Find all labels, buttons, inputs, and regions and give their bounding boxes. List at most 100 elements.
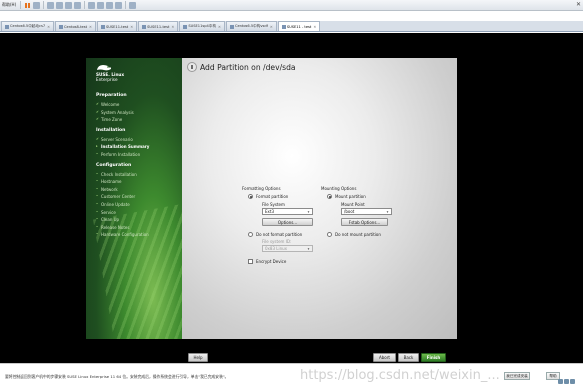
vm-tab[interactable]: Centos6.5中构vsdf ✕: [225, 21, 277, 31]
nav-item-label: Time Zone: [101, 117, 123, 123]
radio-label: Format partition: [256, 194, 289, 199]
vm-console[interactable]: SUSE. Linux Enterprise Preparation ✔ Welc…: [0, 33, 583, 363]
page-title: Add Partition on /dev/sda: [200, 62, 296, 72]
show-library-icon[interactable]: [88, 1, 96, 9]
tab-close-icon[interactable]: ✕: [89, 25, 92, 29]
tab-label: SUSE11-test: [105, 24, 129, 29]
console-view-icon[interactable]: [97, 1, 105, 9]
snapshot-icon[interactable]: [56, 1, 64, 9]
host-toolbar: 帮助(H) ✕: [0, 0, 583, 11]
file-system-select[interactable]: Ext3 ▾: [262, 208, 313, 215]
radio-dot: [327, 194, 332, 199]
tab-close-icon[interactable]: ✕: [130, 25, 133, 29]
network-icon[interactable]: [558, 379, 563, 384]
power-options-icon[interactable]: [33, 1, 41, 9]
tab-label: Centos6.5中起动cs7: [10, 24, 46, 28]
tab-close-icon[interactable]: ✕: [270, 25, 273, 29]
do-not-mount-radio[interactable]: Do not mount partition: [327, 232, 381, 237]
vm-icon: [5, 24, 9, 29]
vm-icon: [281, 24, 286, 29]
formatting-options-title: Formatting Options: [242, 186, 281, 191]
unity-icon[interactable]: [115, 1, 123, 9]
radio-label: Mount partition: [335, 194, 366, 199]
nav-item-system-analysis: ✔ System Analysis: [96, 109, 180, 117]
nav-section-configuration: Configuration: [96, 162, 132, 168]
nav-item-label: Network: [101, 186, 118, 192]
suse-gecko-logo-icon: [97, 65, 111, 71]
nav-item-network: • Network: [96, 186, 180, 194]
finish-button[interactable]: Finish: [421, 353, 446, 362]
revert-snapshot-icon[interactable]: [65, 1, 73, 9]
file-system-id-label: File system ID:: [262, 239, 292, 244]
installer-steps: Preparation ✔ Welcome ✔ System Analysis ✔ T…: [96, 89, 180, 239]
nav-item-hardware-configuration: • Hardware Configuration: [96, 231, 180, 239]
nav-item-clean-up: • Clean Up: [96, 216, 180, 224]
vm-tab[interactable]: Centos6.5中起动cs7 ✕: [1, 21, 55, 31]
fstab-options-button[interactable]: Fstab Options...: [341, 218, 388, 226]
radio-label: Do not format partition: [256, 232, 303, 237]
tab-label: Centos6.5中构vsdf: [234, 24, 268, 28]
vm-tab-active[interactable]: SUSE11 - test ✕: [277, 21, 321, 31]
vm-icon: [229, 24, 234, 29]
nav-item-label: Release Notes: [101, 224, 130, 230]
toolbar-separator: [84, 1, 86, 9]
help-menu[interactable]: 帮助(H): [0, 2, 18, 8]
nav-item-online-update: • Online Update: [96, 201, 180, 209]
suse-brand: SUSE. Linux Enterprise: [96, 72, 124, 83]
nav-item-check-installation: • Check Installation: [96, 171, 180, 179]
nav-item-label: Welcome: [101, 102, 120, 107]
mount-point-label: Mount Point: [341, 202, 365, 207]
sound-icon[interactable]: [570, 379, 575, 384]
chevron-down-icon: ▾: [386, 210, 389, 214]
nav-item-label: Check Installation: [101, 171, 137, 177]
pause-icon[interactable]: [24, 2, 31, 9]
nav-item-welcome: ✔ Welcome: [96, 101, 180, 109]
do-not-format-radio[interactable]: Do not format partition: [248, 232, 302, 237]
tab-close-icon[interactable]: ✕: [313, 25, 316, 29]
nav-item-service: • Service: [96, 209, 180, 217]
mount-point-value: /boot: [344, 209, 355, 214]
tab-close-icon[interactable]: ✕: [47, 25, 50, 29]
radio-dot: [248, 194, 253, 199]
help-button[interactable]: Help: [188, 353, 208, 362]
partition-icon: [187, 62, 197, 72]
fullscreen-icon[interactable]: [106, 1, 114, 9]
abort-button[interactable]: Abort: [373, 353, 396, 362]
file-system-id-select[interactable]: 0x83 Linux ▾: [262, 245, 313, 252]
vm-tab[interactable]: SUSE11sp4中构 ✕: [179, 21, 225, 31]
usb-icon[interactable]: [564, 379, 569, 384]
file-system-value: Ext3: [265, 209, 275, 214]
tab-label: SUSE11-test: [147, 24, 170, 29]
snapshot-manager-icon[interactable]: [74, 1, 82, 9]
vm-tab-bar: Centos6.5中起动cs7 ✕ Centos8-test ✕ SUSE11-te…: [0, 21, 583, 32]
vm-icon: [183, 24, 188, 29]
nav-item-label: Hardware Configuration: [101, 232, 149, 238]
format-options-button[interactable]: Options...: [262, 218, 313, 226]
chevron-down-icon: ▾: [307, 210, 310, 214]
mount-partition-radio[interactable]: Mount partition: [327, 194, 366, 199]
format-partition-radio[interactable]: Format partition: [248, 194, 288, 199]
page-header: Add Partition on /dev/sda: [187, 62, 296, 72]
checkbox-box: [248, 259, 253, 264]
nav-item-label: Server Scenario: [101, 136, 133, 142]
nav-item-label: Service: [101, 209, 116, 215]
nav-item-release-notes: • Release Notes: [96, 224, 180, 232]
nav-item-label: Installation Summary: [101, 144, 150, 150]
vm-tab[interactable]: SUSE11-test ✕: [138, 21, 179, 31]
toolbar-separator: [43, 1, 45, 9]
back-button[interactable]: Back: [398, 353, 419, 362]
thumbnail-view-icon[interactable]: [129, 1, 137, 9]
nav-item-label: Clean Up: [101, 217, 120, 223]
install-done-button[interactable]: 我已完成安装: [504, 372, 530, 380]
vm-tab[interactable]: Centos8-test ✕: [55, 21, 96, 31]
nav-item-time-zone: ✔ Time Zone: [96, 116, 180, 124]
close-icon[interactable]: ✕: [576, 1, 581, 8]
encrypt-device-checkbox[interactable]: Encrypt Device: [248, 259, 286, 264]
toolbar-separator: [125, 1, 127, 9]
tab-close-icon[interactable]: ✕: [171, 25, 174, 29]
device-tray: [558, 369, 580, 385]
send-ctrl-alt-del-icon[interactable]: [47, 1, 55, 9]
mount-point-select[interactable]: /boot ▾: [341, 208, 392, 215]
tab-close-icon[interactable]: ✕: [218, 25, 221, 29]
vm-tab[interactable]: SUSE11-test ✕: [96, 21, 138, 31]
